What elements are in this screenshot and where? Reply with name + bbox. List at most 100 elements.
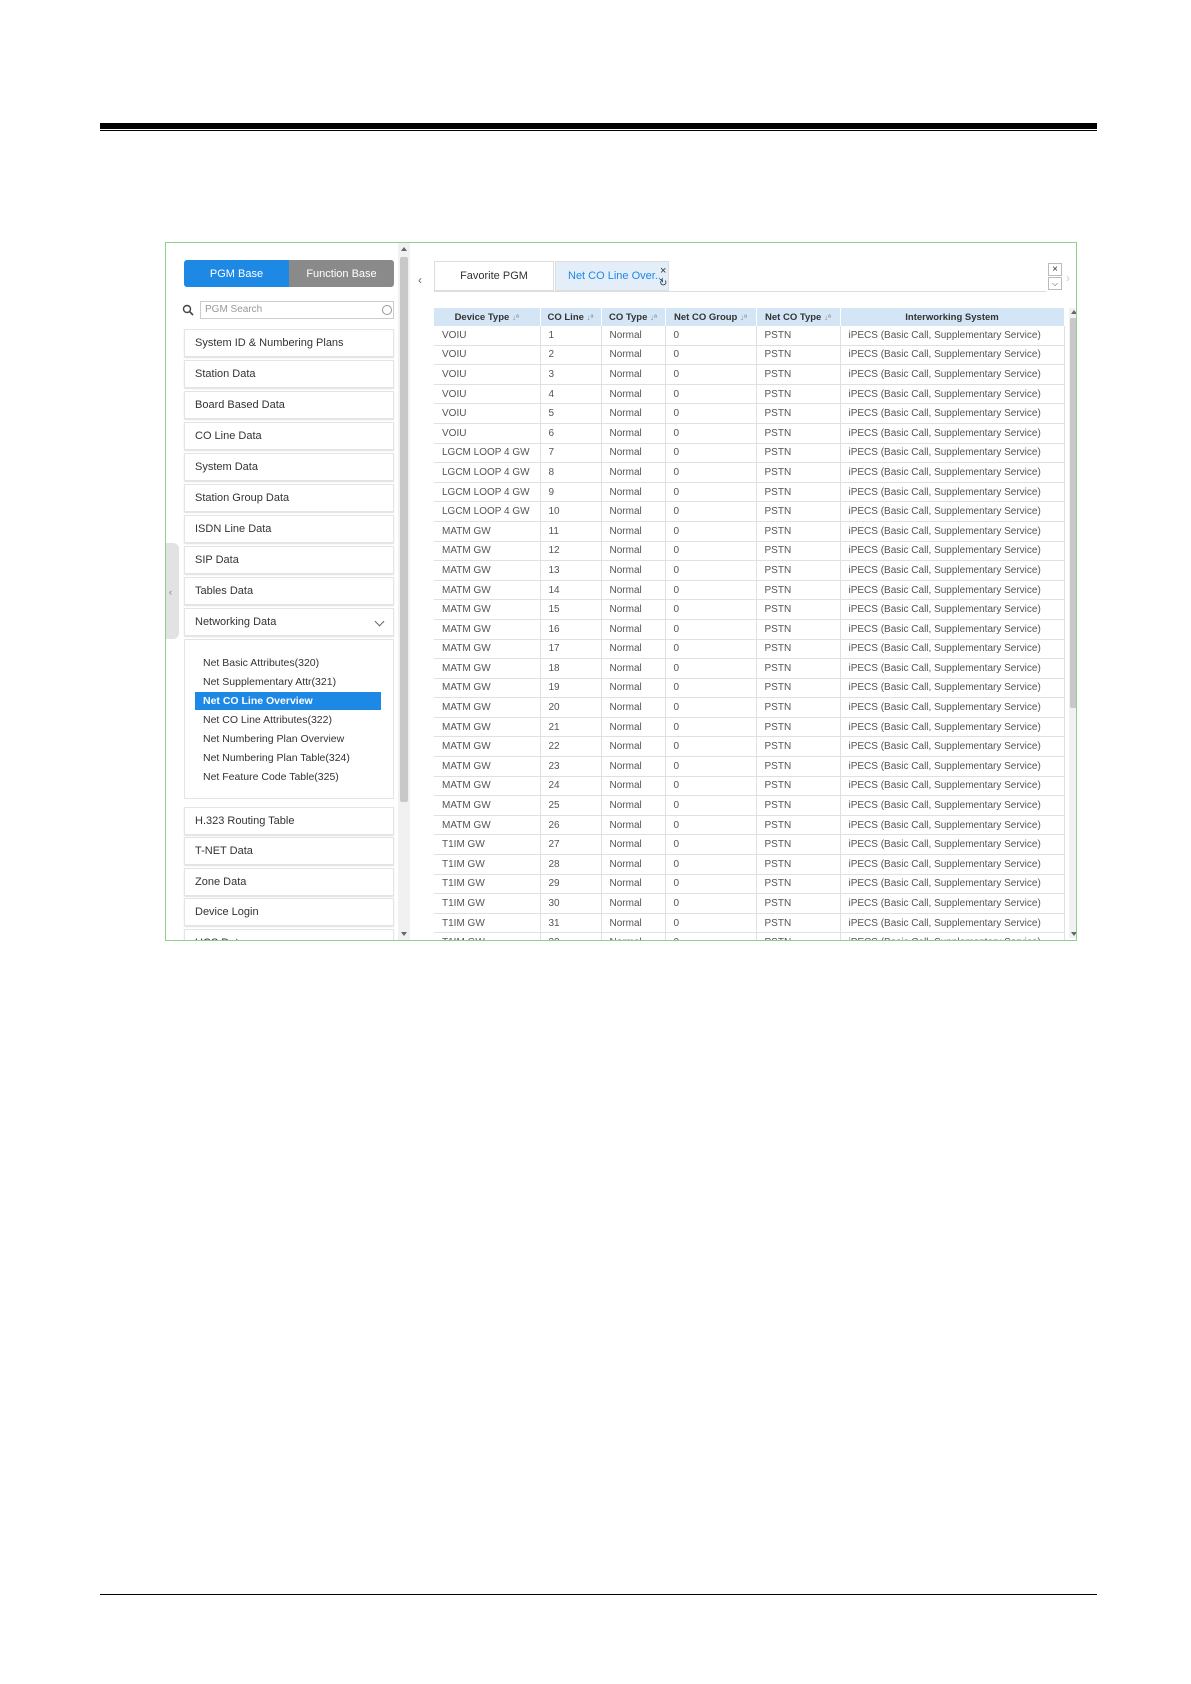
submenu-item-net-numbering-plan-table-324[interactable]: Net Numbering Plan Table(324)	[195, 749, 381, 767]
table-row[interactable]: MATM GW 23 Normal 0 PSTN iPECS (Basic Call, S…	[434, 756, 1065, 777]
tab-favorite-pgm[interactable]: Favorite PGM	[434, 261, 554, 291]
base-toggle: PGM Base Function Base	[184, 260, 394, 287]
left-panel-scrollbar[interactable]	[398, 243, 410, 940]
submenu-item-net-basic-attributes-320[interactable]: Net Basic Attributes(320)	[195, 654, 381, 672]
cell-net-co-group: 0	[665, 423, 757, 444]
tab-close-icon[interactable]: ×	[660, 265, 666, 277]
table-row[interactable]: T1IM GW 29 Normal 0 PSTN iPECS (Basic Call, S…	[434, 874, 1065, 895]
submenu-item-net-feature-code-table-325[interactable]: Net Feature Code Table(325)	[195, 768, 381, 786]
column-header-co-type[interactable]: CO Type ↓ª	[601, 308, 666, 326]
column-header-net-co-group[interactable]: Net CO Group ↓ª	[665, 308, 757, 326]
table-row[interactable]: MATM GW 16 Normal 0 PSTN iPECS (Basic Call, S…	[434, 619, 1065, 640]
column-header-net-co-type[interactable]: Net CO Type ↓ª	[756, 308, 841, 326]
menu-item-isdn-line-data[interactable]: ISDN Line Data	[184, 515, 394, 543]
submenu-item-net-supplementary-attr-321[interactable]: Net Supplementary Attr(321)	[195, 673, 381, 691]
table-row[interactable]: VOIU 5 Normal 0 PSTN iPECS (Basic Call, Suppl…	[434, 403, 1065, 424]
table-row[interactable]: MATM GW 25 Normal 0 PSTN iPECS (Basic Call, S…	[434, 795, 1065, 816]
clear-search-icon[interactable]	[382, 305, 392, 315]
table-row[interactable]: MATM GW 22 Normal 0 PSTN iPECS (Basic Call, S…	[434, 736, 1065, 758]
column-header-device-type[interactable]: Device Type ↓ª	[434, 308, 541, 326]
menu-item-zone-data[interactable]: Zone Data	[184, 868, 394, 896]
submenu-item-net-co-line-attributes-322[interactable]: Net CO Line Attributes(322)	[195, 711, 381, 729]
submenu-item-net-numbering-plan-overview[interactable]: Net Numbering Plan Overview	[195, 730, 381, 748]
cell-device-type: MATM GW	[434, 697, 541, 718]
sort-icon[interactable]: ↓ª	[587, 313, 594, 322]
table-scroll-down-icon[interactable]	[1071, 932, 1076, 936]
table-row[interactable]: VOIU 2 Normal 0 PSTN iPECS (Basic Call, Suppl…	[434, 345, 1065, 366]
tab-net-co-line-overview[interactable]: Net CO Line Over...	[555, 261, 669, 291]
table-scroll-up-icon[interactable]	[1071, 310, 1076, 314]
table-row[interactable]: MATM GW 24 Normal 0 PSTN iPECS (Basic Call, S…	[434, 776, 1065, 797]
table-row[interactable]: MATM GW 26 Normal 0 PSTN iPECS (Basic Call, S…	[434, 815, 1065, 836]
menu-item-networking-data[interactable]: Networking Data	[184, 608, 394, 636]
menu-item-station-group-data[interactable]: Station Group Data	[184, 484, 394, 512]
sort-icon[interactable]: ↓ª	[512, 313, 519, 322]
function-base-button[interactable]: Function Base	[289, 260, 394, 287]
tab-list-dropdown-icon[interactable]: ⌵	[1048, 277, 1062, 290]
menu-item-ucs-data[interactable]: UCS Data	[184, 929, 394, 940]
cell-device-type: T1IM GW	[434, 834, 541, 856]
tab-next-icon[interactable]: ›	[1066, 271, 1070, 285]
tab-refresh-icon[interactable]: ↻	[659, 278, 667, 289]
scroll-down-icon[interactable]	[401, 932, 407, 936]
menu-item-co-line-data[interactable]: CO Line Data	[184, 422, 394, 450]
sort-icon[interactable]: ↓ª	[824, 313, 831, 322]
table-row[interactable]: MATM GW 19 Normal 0 PSTN iPECS (Basic Call, S…	[434, 678, 1065, 699]
menu-item-sip-data[interactable]: SIP Data	[184, 546, 394, 574]
sort-icon[interactable]: ↓ª	[650, 313, 657, 322]
table-row[interactable]: T1IM GW32Normal0PSTNiPECS (Basic Call, S…	[434, 932, 1065, 940]
cell-co-type: Normal	[601, 541, 666, 562]
table-row[interactable]: VOIU 6 Normal 0 PSTN iPECS (Basic Call, Suppl…	[434, 423, 1065, 444]
table-row[interactable]: MATM GW 13 Normal 0 PSTN iPECS (Basic Call, S…	[434, 560, 1065, 581]
menu-item-t-net-data[interactable]: T-NET Data	[184, 837, 394, 865]
pgm-base-button[interactable]: PGM Base	[184, 260, 289, 287]
column-header-co-line[interactable]: CO Line ↓ª	[540, 308, 602, 326]
table-row[interactable]: MATM GW 17 Normal 0 PSTN iPECS (Basic Call, S…	[434, 639, 1065, 660]
table-row[interactable]: LGCM LOOP 4 GW 9 Normal 0 PSTN iPECS (Basic C…	[434, 482, 1065, 503]
table-row[interactable]: VOIU 3 Normal 0 PSTN iPECS (Basic Call, Suppl…	[434, 364, 1065, 385]
table-row[interactable]: VOIU 4 Normal 0 PSTN iPECS (Basic Call, Suppl…	[434, 384, 1065, 405]
cell-co-type: Normal	[601, 913, 666, 934]
cell-interworking-system: iPECS (Basic Call, Supplementary Service…	[840, 443, 1065, 464]
table-row[interactable]: VOIU 1 Normal 0 PSTN iPECS (Basic Call, Suppl…	[434, 326, 1065, 346]
collapse-panel-tab[interactable]: ‹	[166, 543, 179, 639]
left-scroll-thumb[interactable]	[400, 257, 408, 802]
table-row[interactable]: MATM GW 15 Normal 0 PSTN iPECS (Basic Call, S…	[434, 599, 1065, 620]
menu-item-tables-data[interactable]: Tables Data	[184, 577, 394, 605]
menu-item-system-id-numbering-plans[interactable]: System ID & Numbering Plans	[184, 329, 394, 357]
table-scrollbar[interactable]	[1069, 308, 1076, 938]
cell-net-co-type: PSTN	[756, 619, 841, 640]
scroll-up-icon[interactable]	[401, 247, 407, 251]
table-row[interactable]: MATM GW 18 Normal 0 PSTN iPECS (Basic Call, S…	[434, 658, 1065, 679]
pgm-search-input[interactable]: PGM Search	[200, 301, 394, 319]
column-header-interworking-system[interactable]: Interworking System	[840, 308, 1065, 326]
table-row[interactable]: LGCM LOOP 4 GW 10 Normal 0 PSTN iPECS (Basic …	[434, 501, 1065, 522]
search-icon[interactable]	[182, 304, 194, 316]
table-row[interactable]: T1IM GW 30 Normal 0 PSTN iPECS (Basic Call, S…	[434, 893, 1065, 914]
menu-item-h-323-routing-table[interactable]: H.323 Routing Table	[184, 807, 394, 835]
menu-item-label: UCS Data	[195, 937, 245, 940]
menu-item-system-data[interactable]: System Data	[184, 453, 394, 481]
table-row[interactable]: MATM GW 20 Normal 0 PSTN iPECS (Basic Call, S…	[434, 697, 1065, 718]
table-row[interactable]: T1IM GW 31 Normal 0 PSTN iPECS (Basic Call, S…	[434, 913, 1065, 934]
cell-net-co-type: PSTN	[756, 541, 841, 562]
submenu-item-net-co-line-overview[interactable]: Net CO Line Overview	[195, 692, 381, 710]
cell-co-type: Normal	[601, 423, 666, 444]
table-row[interactable]: MATM GW 12 Normal 0 PSTN iPECS (Basic Call, S…	[434, 541, 1065, 562]
menu-item-device-login[interactable]: Device Login	[184, 898, 394, 926]
menu-item-board-based-data[interactable]: Board Based Data	[184, 391, 394, 419]
cell-co-line: 7	[540, 443, 602, 464]
table-row[interactable]: T1IM GW 27 Normal 0 PSTN iPECS (Basic Call, S…	[434, 834, 1065, 856]
table-scroll-thumb[interactable]	[1070, 318, 1076, 708]
table-row[interactable]: MATM GW 11 Normal 0 PSTN iPECS (Basic Call, S…	[434, 521, 1065, 542]
table-row[interactable]: MATM GW 14 Normal 0 PSTN iPECS (Basic Call, S…	[434, 580, 1065, 601]
sort-icon[interactable]: ↓ª	[740, 313, 747, 322]
table-row[interactable]: MATM GW 21 Normal 0 PSTN iPECS (Basic Call, S…	[434, 717, 1065, 738]
menu-item-station-data[interactable]: Station Data	[184, 360, 394, 388]
table-row[interactable]: LGCM LOOP 4 GW 7 Normal 0 PSTN iPECS (Basic C…	[434, 443, 1065, 464]
table-row[interactable]: T1IM GW 28 Normal 0 PSTN iPECS (Basic Call, S…	[434, 854, 1065, 875]
cell-device-type: MATM GW	[434, 815, 541, 836]
close-all-tabs-icon[interactable]: ×	[1048, 263, 1062, 276]
table-row[interactable]: LGCM LOOP 4 GW 8 Normal 0 PSTN iPECS (Basic C…	[434, 462, 1065, 483]
tab-prev-icon[interactable]: ‹	[418, 273, 422, 287]
